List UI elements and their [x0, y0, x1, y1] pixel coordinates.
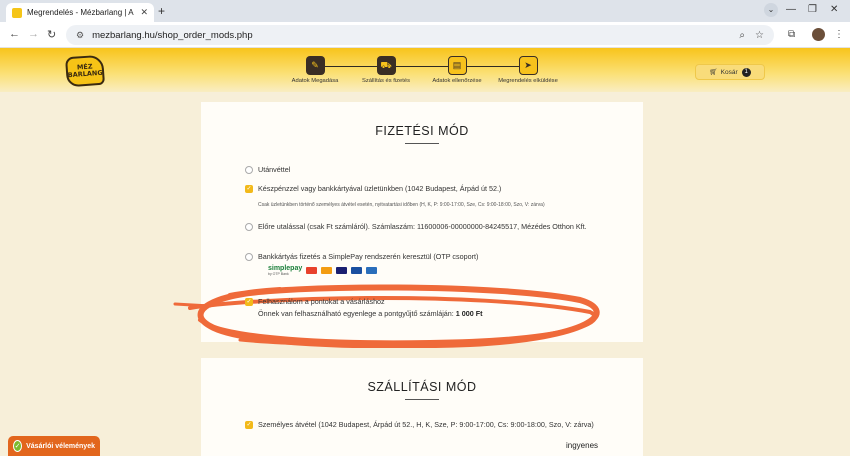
url-text[interactable]: mezbarlang.hu/shop_order_mods.php	[92, 30, 729, 41]
cart-icon: 🛒︎	[709, 69, 718, 76]
payment-option-store[interactable]: ✓ Készpénzzel vagy bankkártyával üzletün…	[245, 184, 501, 194]
step-adatok-megadasa[interactable]: ✎ Adatok Megadása	[280, 56, 350, 84]
zoom-icon[interactable]: ⌕	[739, 30, 745, 41]
amex-icon	[366, 267, 378, 274]
shipping-price: ingyenes	[566, 441, 599, 450]
bookmark-star-icon[interactable]: ☆	[755, 30, 764, 41]
step-megrendeles-elkuldese[interactable]: ➤ Megrendelés elküldése	[493, 56, 563, 84]
payment-option-simplepay[interactable]: Bankkártyás fizetés a SimplePay rendszer…	[245, 252, 478, 262]
send-icon: ➤	[518, 56, 538, 75]
payment-title: FIZETÉSI MÓD	[375, 124, 469, 138]
new-tab-button[interactable]: +	[158, 4, 165, 18]
reviews-badge[interactable]: ✓ Vásárlói vélemények	[8, 436, 100, 456]
tab-title: Megrendelés - Mézbarlang | A	[27, 8, 134, 17]
site-header: MÉZ BARLANG ✎ Adatok Megadása ⛟ Szállítá…	[0, 48, 850, 92]
minimize-button[interactable]: —	[786, 4, 796, 15]
maximize-button[interactable]: ❐	[808, 4, 817, 15]
radio-unchecked[interactable]	[245, 166, 253, 174]
shipping-option-pickup[interactable]: ✓ Személyes átvétel (1042 Budapest, Árpá…	[245, 420, 605, 430]
truck-icon: ⛟	[376, 56, 396, 75]
shipping-title: SZÁLLÍTÁSI MÓD	[367, 380, 477, 394]
browser-toolbar: ← → ↻ ⚙ mezbarlang.hu/shop_order_mods.ph…	[0, 22, 850, 48]
cart-button[interactable]: 🛒︎ Kosár 1	[695, 64, 765, 80]
points-balance-text: Önnek van felhasználható egyenlege a pon…	[258, 309, 483, 318]
check-badge-icon: ✓	[13, 440, 23, 452]
step-szallitas-fizetes[interactable]: ⛟ Szállítás és fizetés	[351, 56, 421, 84]
payment-logos: simplepay by OTP Bank	[268, 265, 378, 276]
profile-avatar[interactable]	[812, 28, 825, 41]
reload-icon[interactable]: ↻	[47, 28, 56, 41]
title-divider	[405, 399, 439, 400]
points-amount: 1 000 Ft	[455, 309, 483, 318]
clipboard-icon: ▤	[447, 56, 467, 75]
site-info-icon[interactable]: ⚙	[76, 30, 84, 41]
payment-option-cod[interactable]: Utánvéttel	[245, 165, 290, 175]
extensions-icon[interactable]: ⧉	[788, 29, 795, 40]
store-payment-note: Csak üzletünkben történő személyes átvét…	[258, 202, 545, 208]
menu-kebab-icon[interactable]: ⋮	[834, 29, 844, 40]
browser-tab[interactable]: Megrendelés - Mézbarlang | A ✕	[6, 3, 154, 22]
payment-option-transfer[interactable]: Előre utalással (csak Ft számláról). Szá…	[245, 222, 615, 232]
visa-icon	[336, 267, 348, 274]
back-icon[interactable]: ←	[9, 28, 20, 40]
address-bar[interactable]: ⚙ mezbarlang.hu/shop_order_mods.php ⌕ ☆	[66, 25, 774, 45]
radio-checked-icon[interactable]: ✓	[245, 421, 253, 429]
site-logo[interactable]: MÉZ BARLANG	[64, 54, 106, 88]
use-points-option[interactable]: ✓ Felhasználom a pontokat a vásárláshoz	[245, 297, 385, 307]
checkbox-checked-icon[interactable]: ✓	[245, 298, 253, 306]
tab-search-icon[interactable]: ⌄	[764, 3, 778, 17]
radio-unchecked[interactable]	[245, 253, 253, 261]
radio-unchecked[interactable]	[245, 223, 253, 231]
cart-label: Kosár	[720, 68, 738, 76]
title-divider	[405, 143, 439, 144]
simplepay-logo: simplepay by OTP Bank	[268, 265, 303, 276]
browser-tabbar: Megrendelés - Mézbarlang | A ✕ + ⌄ — ❐ ✕	[0, 0, 850, 22]
forward-icon[interactable]: →	[28, 28, 39, 40]
cart-count-badge: 1	[741, 67, 751, 77]
tab-close-icon[interactable]: ✕	[140, 7, 148, 18]
mastercard-icon	[306, 267, 318, 274]
step-adatok-ellenorzese[interactable]: ▤ Adatok ellenőrzése	[422, 56, 492, 84]
visa-electron-icon	[351, 267, 363, 274]
radio-checked-icon[interactable]: ✓	[245, 185, 253, 193]
favicon-icon	[12, 7, 22, 18]
close-window-button[interactable]: ✕	[830, 4, 838, 15]
edit-icon: ✎	[305, 56, 325, 75]
maestro-icon	[321, 267, 333, 274]
